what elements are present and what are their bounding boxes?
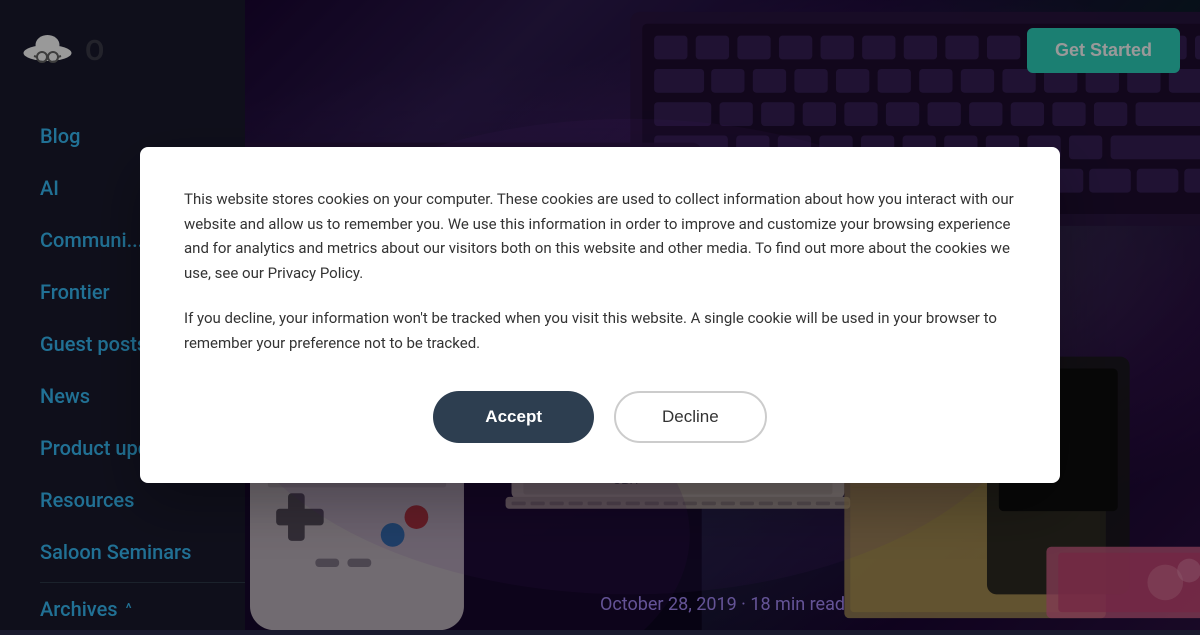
cookie-text-2: If you decline, your information won't b… — [184, 306, 1016, 356]
cookie-modal: This website stores cookies on your comp… — [140, 147, 1060, 484]
modal-buttons: Accept Decline — [184, 391, 1016, 443]
accept-button[interactable]: Accept — [433, 391, 594, 443]
modal-overlay: This website stores cookies on your comp… — [0, 0, 1200, 630]
decline-button[interactable]: Decline — [614, 391, 767, 443]
cookie-text-1: This website stores cookies on your comp… — [184, 187, 1016, 286]
